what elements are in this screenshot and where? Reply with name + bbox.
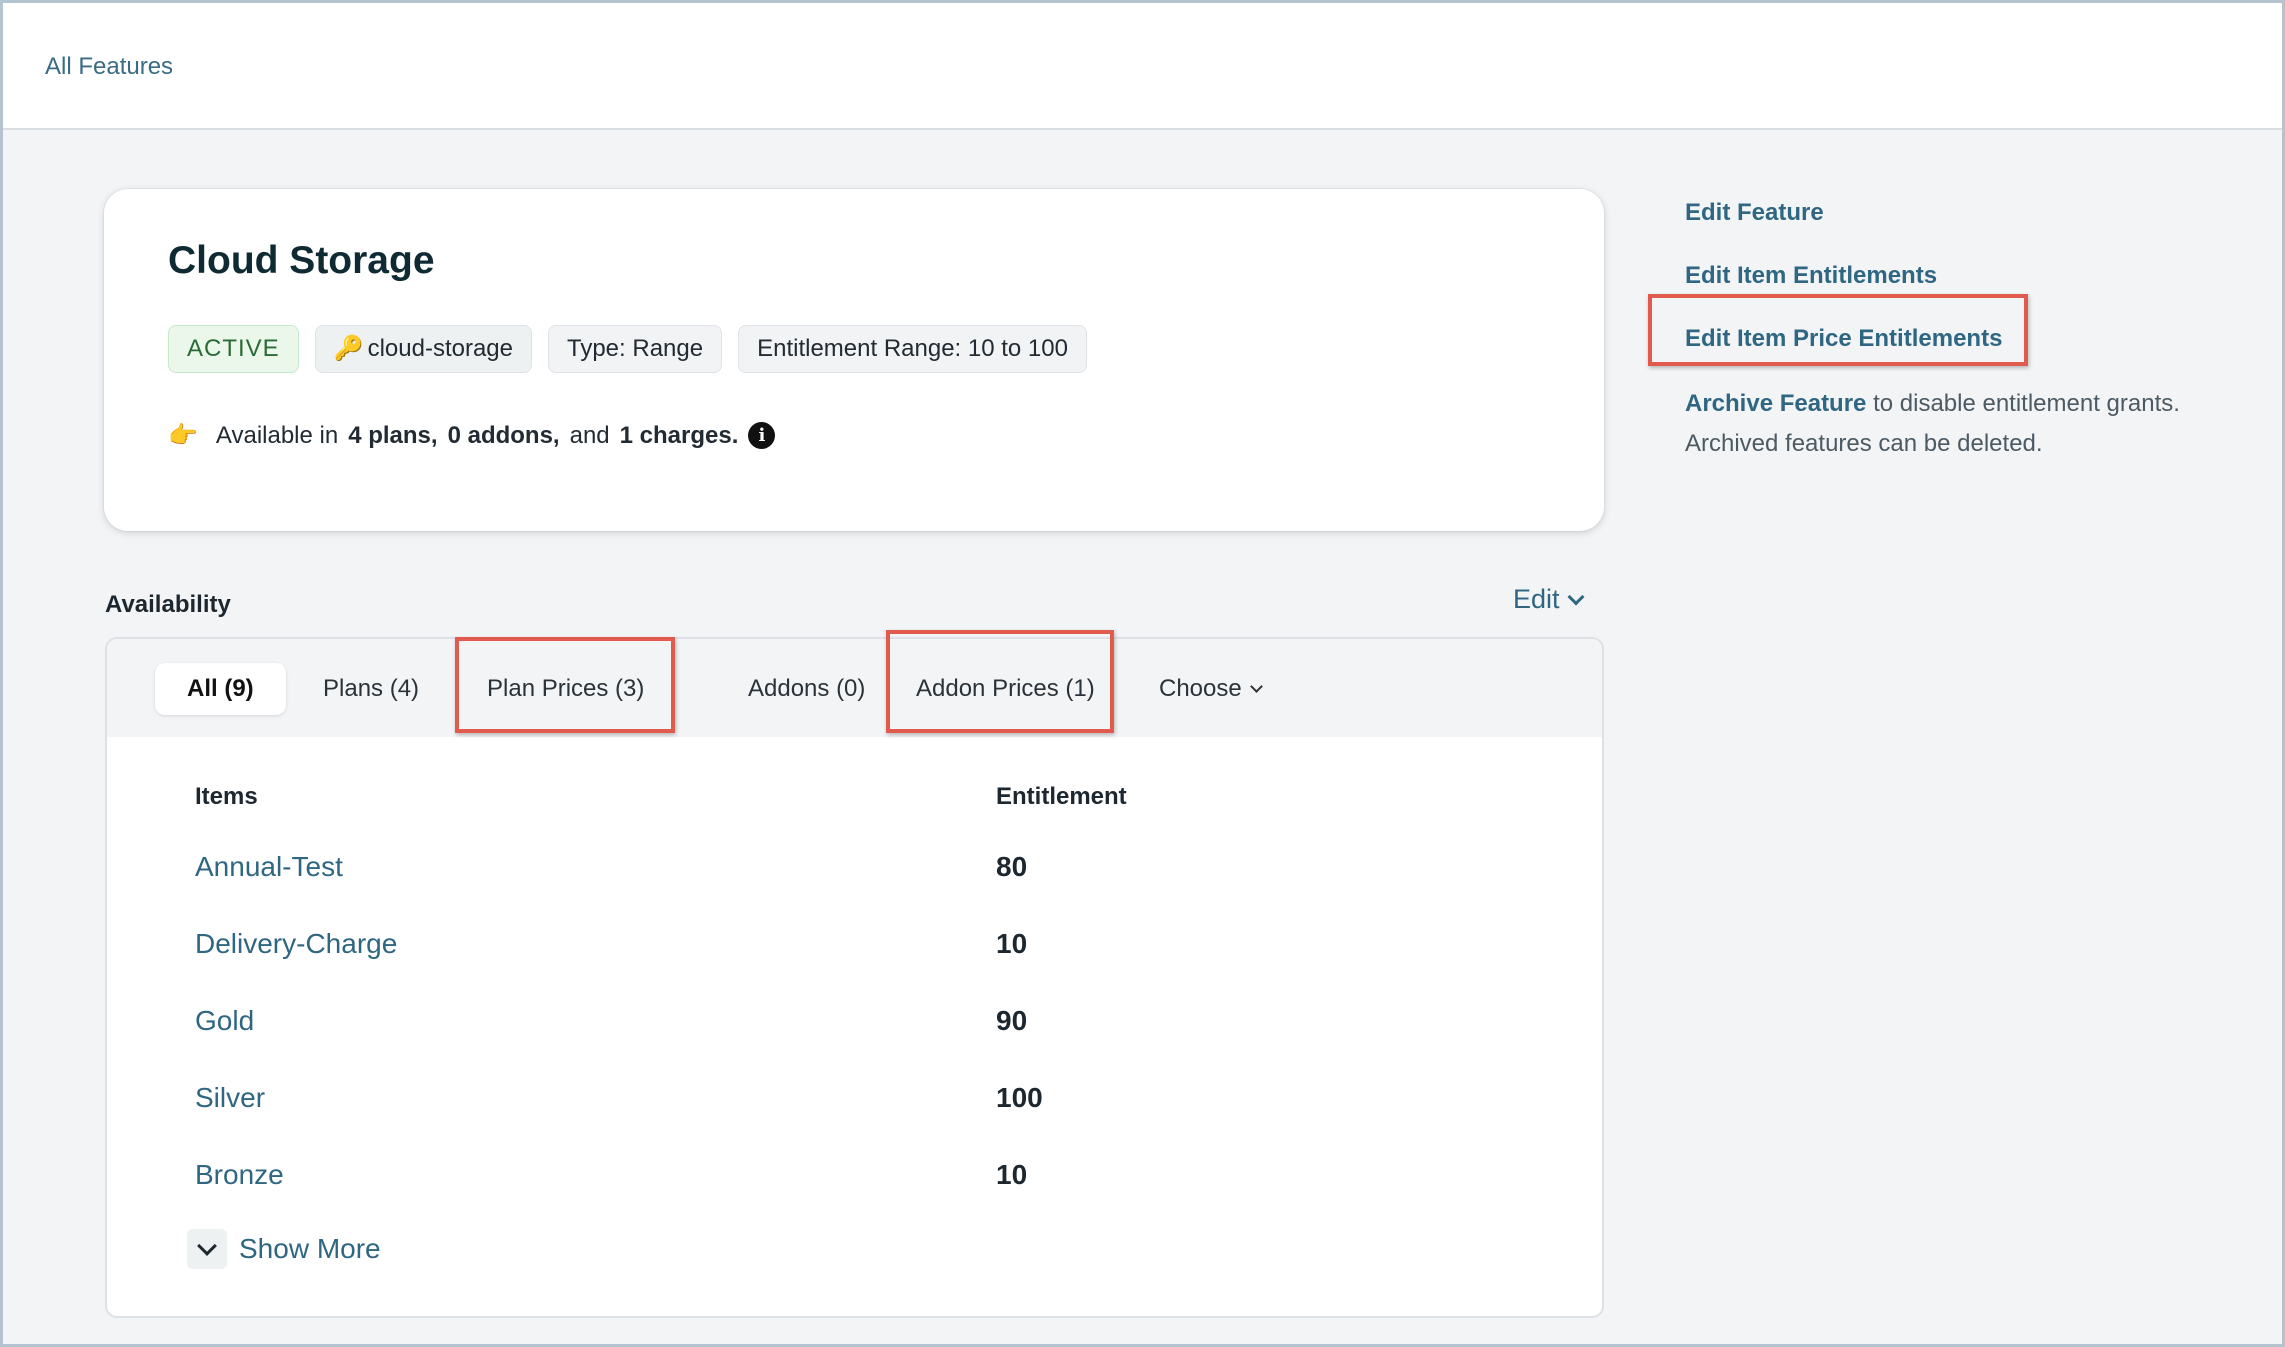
availability-panel: All (9) Plans (4) Plan Prices (3) Addons… (105, 637, 1604, 1318)
show-more-button[interactable]: Show More (187, 1229, 381, 1269)
edit-item-entitlements-link[interactable]: Edit Item Entitlements (1685, 262, 1937, 290)
table-row-item[interactable]: Silver (195, 1082, 265, 1114)
edit-label: Edit (1513, 584, 1560, 614)
range-badge: Entitlement Range: 10 to 100 (738, 325, 1087, 373)
feature-badges: ACTIVE 🔑 cloud-storage Type: Range Entitl… (168, 325, 1087, 373)
tab-all[interactable]: All (9) (155, 663, 286, 715)
availability-edit-dropdown[interactable]: Edit (1513, 584, 1585, 615)
table-row-entitlement: 90 (996, 1005, 1028, 1036)
status-badge: ACTIVE (168, 325, 299, 373)
table-row-entitlement: 10 (996, 928, 1028, 959)
tab-choose-dropdown[interactable]: Choose (1127, 663, 1293, 715)
availability-charges: 1 charges. (619, 421, 739, 449)
show-more-label: Show More (239, 1233, 381, 1264)
highlight-edit-item-price-entitlements (1648, 294, 2028, 366)
table-row-item[interactable]: Gold (195, 1005, 254, 1037)
info-icon[interactable]: i (748, 422, 776, 449)
tab-addons[interactable]: Addons (0) (716, 663, 897, 715)
table-row-item[interactable]: Delivery-Charge (195, 928, 397, 960)
table-row-entitlement: 80 (996, 851, 1028, 882)
feature-summary-card: Cloud Storage ACTIVE 🔑 cloud-storage Type… (104, 189, 1604, 531)
edit-feature-link[interactable]: Edit Feature (1685, 199, 1824, 227)
tab-plans[interactable]: Plans (4) (291, 663, 451, 715)
availability-and: and (569, 421, 610, 449)
availability-prefix: Available in (215, 421, 339, 449)
breadcrumb-all-features[interactable]: All Features (45, 53, 173, 81)
table-row-entitlement: 100 (996, 1082, 1043, 1113)
column-header-items: Items (195, 783, 258, 810)
tab-choose-label: Choose (1159, 675, 1242, 702)
chevron-down-icon (1249, 680, 1263, 694)
availability-tabs: All (9) Plans (4) Plan Prices (3) Addons… (107, 639, 1602, 737)
column-header-entitlement: Entitlement (996, 783, 1127, 810)
page-title: Cloud Storage (168, 239, 435, 282)
table-row-item[interactable]: Annual-Test (195, 851, 343, 883)
availability-plans: 4 plans, (348, 421, 438, 449)
table-row-item[interactable]: Bronze (195, 1159, 284, 1191)
type-badge: Type: Range (548, 325, 723, 373)
top-bar: All Features (3, 3, 2282, 130)
highlight-tab-plan-prices (455, 637, 675, 733)
archive-feature-link[interactable]: Archive Feature (1685, 390, 1866, 417)
table-row-entitlement: 10 (996, 1159, 1028, 1190)
chevron-down-icon (187, 1229, 227, 1269)
highlight-tab-addon-prices (886, 630, 1114, 733)
feature-key-label: cloud-storage (367, 335, 513, 362)
archive-description: Archive Feature to disable entitlement g… (1685, 384, 2245, 464)
feature-key-badge: 🔑 cloud-storage (314, 325, 532, 373)
chevron-down-icon (1567, 588, 1585, 605)
availability-summary: 👉 Available in 4 plans, 0 addons, and 1 … (168, 421, 776, 450)
availability-title: Availability (105, 591, 231, 618)
availability-addons: 0 addons, (447, 421, 560, 449)
key-icon: 🔑 (333, 335, 364, 362)
pointing-hand-icon: 👉 (168, 422, 198, 449)
